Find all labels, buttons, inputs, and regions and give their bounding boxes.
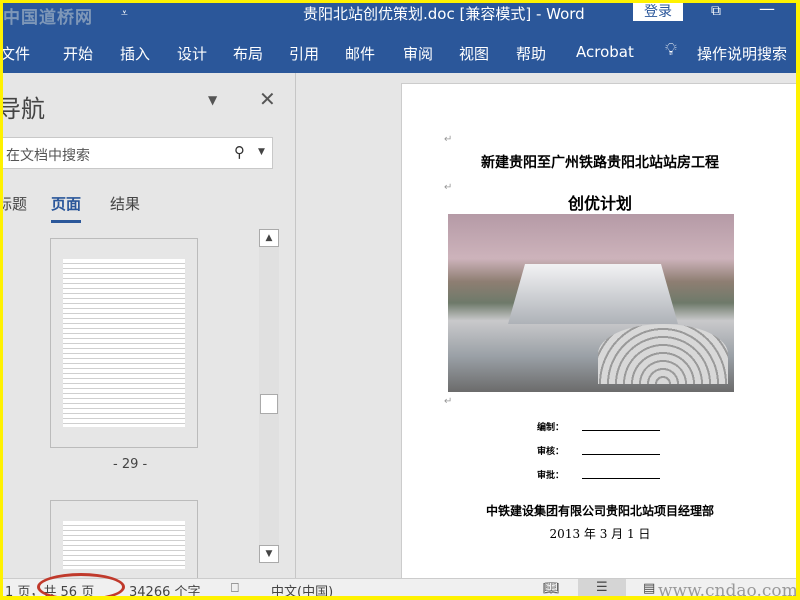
tab-acrobat[interactable]: Acrobat: [576, 43, 634, 61]
tab-insert[interactable]: 插入: [120, 43, 150, 64]
tab-home[interactable]: 开始: [63, 43, 93, 64]
thumbnail-page-number: - 29 -: [113, 457, 148, 472]
thumbnail-scrollbar[interactable]: ▲ ▼: [259, 229, 279, 563]
word-count[interactable]: 34266 个字: [129, 581, 201, 596]
station-rendering-image: [448, 214, 734, 392]
ribbon-tabs: 文件 开始 插入 设计 布局 引用 邮件 审阅 视图 帮助 Acrobat 💡︎…: [3, 27, 796, 73]
document-page[interactable]: ↵ ↵ 新建贵阳至广州铁路贵阳北站站房工程 创优计划 ↵ 编制： 审核： 审批：…: [401, 83, 796, 583]
tab-help[interactable]: 帮助: [516, 43, 546, 64]
site-watermark: www.cndao.com: [658, 581, 796, 596]
document-subheading: 创优计划: [567, 194, 632, 213]
tab-pages[interactable]: 页面: [51, 193, 82, 223]
lightbulb-icon[interactable]: 💡︎: [665, 40, 677, 60]
tell-me-search[interactable]: 操作说明搜索: [697, 43, 787, 64]
document-area: ↵ ↵ 新建贵阳至广州铁路贵阳北站站房工程 创优计划 ↵ 编制： 审核： 审批：…: [295, 73, 796, 583]
tab-file[interactable]: 文件: [3, 43, 30, 64]
nav-options-icon[interactable]: ▼: [208, 93, 217, 107]
field-label-compiled: 编制：: [537, 423, 565, 433]
title-bar: 中国道桥网 ⩡ 贵阳北站创优策划.doc [兼容模式] - Word 登录 ⧉ …: [3, 3, 796, 28]
tab-references[interactable]: 引用: [289, 43, 319, 64]
word-window: 中国道桥网 ⩡ 贵阳北站创优策划.doc [兼容模式] - Word 登录 ⧉ …: [3, 3, 796, 596]
search-icon[interactable]: ⚲: [234, 143, 245, 161]
tab-design[interactable]: 设计: [177, 43, 207, 64]
scroll-thumb[interactable]: [260, 394, 278, 414]
tab-view[interactable]: 视图: [459, 43, 489, 64]
nav-search-input[interactable]: 在文档中搜索 ⚲ ▼: [3, 137, 273, 169]
paragraph-mark: ↵: [444, 134, 453, 145]
document-date: 2013 年 3 月 1 日: [549, 527, 651, 541]
language[interactable]: 中文(中国): [271, 581, 333, 596]
page-thumbnail[interactable]: [50, 238, 198, 448]
scroll-up-button[interactable]: ▲: [259, 229, 279, 247]
tab-mailings[interactable]: 邮件: [345, 43, 375, 64]
tab-review[interactable]: 审阅: [403, 43, 433, 64]
tab-results[interactable]: 结果: [110, 193, 140, 214]
proofing-icon[interactable]: ⎕: [231, 581, 239, 596]
print-layout-button[interactable]: ☰: [578, 579, 626, 596]
close-icon[interactable]: ✕: [259, 87, 276, 111]
status-bar: 1 页，共 56 页 34266 个字 ⎕ 中文(中国) 📖︎ ☰ ▤ www.…: [3, 573, 796, 596]
minimize-icon[interactable]: —: [759, 3, 775, 18]
search-placeholder: 在文档中搜索: [6, 148, 90, 164]
ribbon-display-icon[interactable]: ⧉: [711, 3, 721, 19]
highlight-circle: [37, 573, 125, 596]
scroll-down-button[interactable]: ▼: [259, 545, 279, 563]
quick-access-dropdown[interactable]: ⩡: [121, 6, 128, 21]
tab-headings[interactable]: 标题: [3, 193, 27, 214]
navigation-pane: 导航 ▼ ✕ 在文档中搜索 ⚲ ▼ 标题 页面 结果 - 29 - ▲ ▼: [3, 73, 295, 590]
document-heading: 新建贵阳至广州铁路贵阳北站站房工程: [481, 155, 719, 171]
nav-title: 导航: [3, 95, 45, 123]
field-label-approved: 审批：: [537, 471, 565, 481]
web-layout-icon[interactable]: ▤: [643, 581, 655, 596]
document-title: 贵阳北站创优策划.doc [兼容模式] - Word: [303, 5, 585, 23]
login-button[interactable]: 登录: [633, 3, 683, 21]
paragraph-mark: ↵: [444, 396, 453, 407]
site-watermark-logo: 中国道桥网: [3, 8, 93, 28]
company-name: 中铁建设集团有限公司贵阳北站项目经理部: [485, 504, 714, 518]
tab-layout[interactable]: 布局: [233, 43, 263, 64]
chevron-down-icon[interactable]: ▼: [258, 147, 265, 157]
read-mode-icon[interactable]: 📖︎: [543, 581, 560, 596]
field-label-reviewed: 审核：: [537, 447, 565, 457]
